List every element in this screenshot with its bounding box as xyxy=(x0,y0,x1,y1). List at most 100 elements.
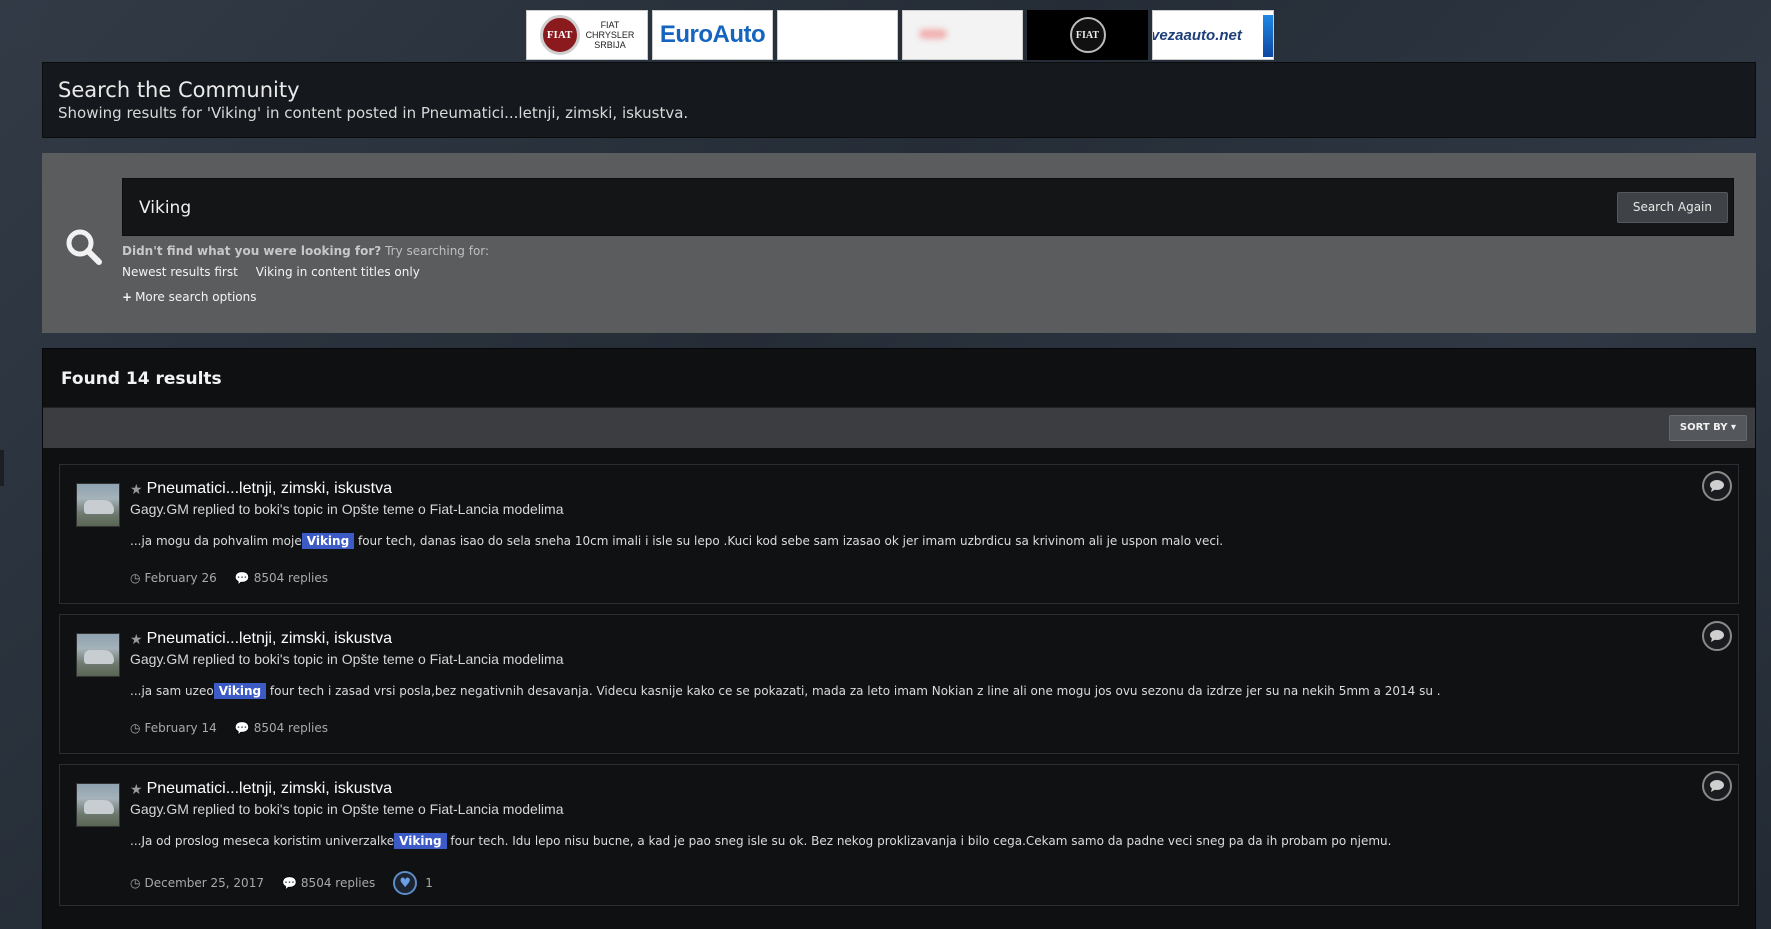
search-highlight: Viking xyxy=(213,683,267,699)
clock-icon: ◷ xyxy=(130,571,141,585)
reaction[interactable]: ♥ 1 xyxy=(393,871,433,895)
star-icon: ★ xyxy=(130,630,143,647)
sponsor-banners: FIAT FIAT CHRYSLER SRBIJA EuroAuto FIAT … xyxy=(526,10,1274,60)
banner-euroauto[interactable]: EuroAuto xyxy=(652,10,773,60)
result-meta: Gagy.GM replied to boki's topic in Opšte… xyxy=(130,651,564,667)
result-date: ◷ February 14 xyxy=(130,721,217,735)
banner-fcs-line-3: SRBIJA xyxy=(594,40,626,50)
comment-glyph xyxy=(1710,780,1724,792)
snippet-before: ...ja sam uzeo xyxy=(130,684,214,698)
fiat-logo: FIAT xyxy=(539,15,580,55)
avatar[interactable] xyxy=(76,633,120,677)
result-item: ★ Pneumatici...letnji, zimski, iskustva … xyxy=(59,764,1739,906)
result-title-text: Pneumatici...letnji, zimski, iskustva xyxy=(146,780,392,797)
fiat-dark-logo: FIAT xyxy=(1069,17,1106,53)
result-date-text: February 26 xyxy=(144,571,217,585)
banner-vezaauto-edge xyxy=(1263,15,1273,57)
more-search-options-link[interactable]: + More search options xyxy=(122,290,257,304)
plus-icon: + xyxy=(122,290,133,304)
result-stats: ◷ February 26 💬 8504 replies xyxy=(130,571,328,585)
result-date-text: February 14 xyxy=(144,721,217,735)
heart-icon: ♥ xyxy=(393,871,418,895)
banner-faded[interactable] xyxy=(902,10,1023,60)
result-replies-text: 8504 replies xyxy=(253,721,329,735)
result-title-text: Pneumatici...letnji, zimski, iskustva xyxy=(146,480,392,497)
clock-icon: ◷ xyxy=(130,876,141,890)
result-meta: Gagy.GM replied to boki's topic in Opšte… xyxy=(130,501,564,517)
avatar[interactable] xyxy=(76,483,120,527)
search-suggestion-text: Didn't find what you were looking for? T… xyxy=(122,244,489,258)
banner-fiat-chrysler-srbija[interactable]: FIAT FIAT CHRYSLER SRBIJA xyxy=(526,10,648,60)
search-suggestions: Newest results first Viking in content t… xyxy=(122,265,420,279)
comment-icon[interactable] xyxy=(1702,771,1732,801)
result-item: ★ Pneumatici...letnji, zimski, iskustva … xyxy=(59,464,1739,604)
side-tab[interactable] xyxy=(0,450,4,486)
comment-small-icon: 💬 xyxy=(234,571,250,585)
snippet-after: four tech i zasad vrsi posla,bez negativ… xyxy=(266,684,1441,698)
search-icon xyxy=(66,229,102,265)
result-title[interactable]: ★ Pneumatici...letnji, zimski, iskustva xyxy=(130,780,392,798)
result-snippet: ...Ja od proslog meseca koristim univerz… xyxy=(130,833,1392,849)
banner-vezaauto[interactable]: vezaauto.net xyxy=(1152,10,1274,60)
star-icon: ★ xyxy=(130,480,143,497)
result-replies: 💬 8504 replies xyxy=(235,571,328,585)
sort-bar: SORT BY ▾ xyxy=(43,408,1755,448)
banner-euroauto-text: EuroAuto xyxy=(659,21,766,48)
banner-fcs-line-2: CHRYSLER xyxy=(585,30,635,40)
banner-fcs-line-1: FIAT xyxy=(600,20,620,30)
result-snippet: ...ja mogu da pohvalim moje Viking four t… xyxy=(130,533,1224,549)
search-input[interactable] xyxy=(139,193,1439,223)
result-replies: 💬 8504 replies xyxy=(282,876,375,890)
result-stats: ◷ February 14 💬 8504 replies xyxy=(130,721,328,735)
suggestion-titles-only[interactable]: Viking in content titles only xyxy=(256,265,420,279)
banner-vezaauto-text: vezaauto.net xyxy=(1152,26,1242,44)
sort-by-label: SORT BY xyxy=(1679,422,1728,433)
snippet-after: four tech, danas isao do sela sneha 10cm… xyxy=(354,534,1224,548)
didnt-find-label: Didn't find what you were looking for? xyxy=(122,244,382,258)
comment-icon[interactable] xyxy=(1702,621,1732,651)
suggestion-newest-first[interactable]: Newest results first xyxy=(122,265,238,279)
star-icon: ★ xyxy=(130,780,143,797)
result-stats: ◷ December 25, 2017 💬 8504 replies ♥ 1 xyxy=(130,871,433,895)
fiat-dark-logo-text: FIAT xyxy=(1075,29,1100,41)
snippet-after: four tech. Idu lepo nisu bucne, a kad je… xyxy=(446,834,1392,848)
search-again-button[interactable]: Search Again xyxy=(1616,192,1728,223)
banner-fcs-text: FIAT CHRYSLER SRBIJA xyxy=(586,20,635,50)
result-meta: Gagy.GM replied to boki's topic in Opšte… xyxy=(130,801,564,817)
result-date: ◷ December 25, 2017 xyxy=(130,876,264,890)
result-replies-text: 8504 replies xyxy=(300,876,376,890)
result-title[interactable]: ★ Pneumatici...letnji, zimski, iskustva xyxy=(130,630,392,648)
comment-small-icon: 💬 xyxy=(281,876,297,890)
page-title: Search the Community xyxy=(58,78,300,102)
reaction-count: 1 xyxy=(425,876,433,890)
more-search-options-label: More search options xyxy=(135,290,257,304)
avatar[interactable] xyxy=(76,783,120,827)
result-replies-text: 8504 replies xyxy=(253,571,329,585)
search-highlight: Viking xyxy=(301,533,355,549)
page-description: Showing results for 'Viking' in content … xyxy=(58,104,689,122)
result-date: ◷ February 26 xyxy=(130,571,217,585)
search-box: Search Again xyxy=(122,178,1734,236)
caret-down-icon: ▾ xyxy=(1730,422,1736,433)
search-header: Search the Community Showing results for… xyxy=(42,62,1756,138)
search-panel: Search Again Didn't find what you were l… xyxy=(42,153,1756,333)
comment-icon[interactable] xyxy=(1702,471,1732,501)
result-title[interactable]: ★ Pneumatici...letnji, zimski, iskustva xyxy=(130,480,392,498)
result-date-text: December 25, 2017 xyxy=(144,876,264,890)
banner-blank[interactable] xyxy=(777,10,898,60)
result-snippet: ...ja sam uzeo Viking four tech i zasad v… xyxy=(130,683,1441,699)
clock-icon: ◷ xyxy=(130,721,141,735)
result-item: ★ Pneumatici...letnji, zimski, iskustva … xyxy=(59,614,1739,754)
comment-glyph xyxy=(1710,630,1724,642)
banner-fiat-dark[interactable]: FIAT xyxy=(1027,10,1148,60)
try-searching-label: Try searching for: xyxy=(385,244,490,258)
results-count: Found 14 results xyxy=(43,349,1755,408)
banner-faded-mark xyxy=(919,29,947,39)
search-highlight: Viking xyxy=(394,833,447,849)
comment-small-icon: 💬 xyxy=(234,721,250,735)
comment-glyph xyxy=(1710,480,1724,492)
snippet-before: ...ja mogu da pohvalim moje xyxy=(130,534,302,548)
sort-by-button[interactable]: SORT BY ▾ xyxy=(1668,415,1747,441)
result-replies: 💬 8504 replies xyxy=(235,721,328,735)
result-title-text: Pneumatici...letnji, zimski, iskustva xyxy=(146,630,392,647)
